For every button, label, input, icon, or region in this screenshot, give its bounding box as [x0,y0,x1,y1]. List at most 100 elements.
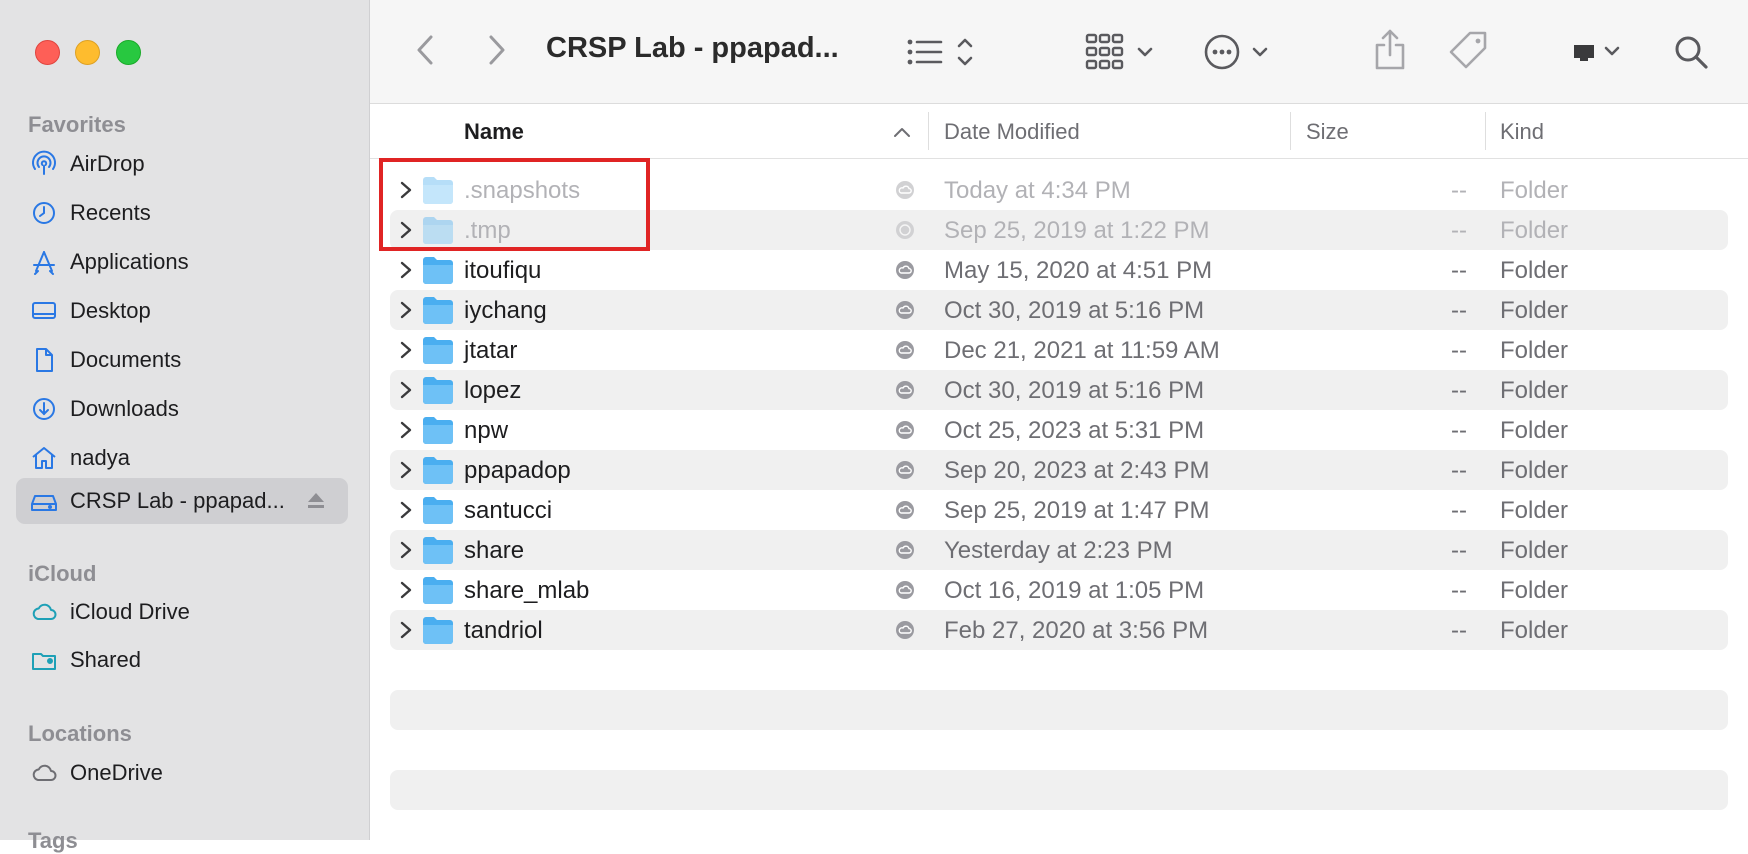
column-header-kind[interactable]: Kind [1500,119,1544,145]
sidebar-item-home[interactable]: nadya [16,435,348,481]
sidebar-item-desktop[interactable]: Desktop [16,288,348,334]
disclosure-chevron-icon[interactable] [398,580,414,600]
file-kind: Folder [1500,257,1569,284]
file-row[interactable]: lopez Oct 30, 2019 at 5:16 PM -- Folder [390,370,1728,410]
file-row[interactable]: iychang Oct 30, 2019 at 5:16 PM -- Folde… [390,290,1728,330]
column-divider[interactable] [1485,112,1486,150]
list-view-icon [907,38,973,66]
sidebar-item-label: Desktop [70,298,151,323]
file-row[interactable]: share Yesterday at 2:23 PM -- Folder [390,530,1728,570]
file-name: jtatar [464,337,518,364]
sidebar-section-favorites: Favorites [28,112,126,137]
date-modified: Sep 25, 2019 at 1:22 PM [944,217,1210,244]
date-modified: Oct 25, 2023 at 5:31 PM [944,417,1205,444]
chevron-left-icon [417,35,433,65]
sort-ascending-icon[interactable] [893,123,911,141]
search-button[interactable] [1672,32,1710,72]
cloud-status-icon [896,261,914,279]
file-size: -- [1451,177,1467,204]
sidebar-device-menu-button[interactable] [1570,34,1630,70]
file-row[interactable]: share_mlab Oct 16, 2019 at 1:05 PM -- Fo… [390,570,1728,610]
file-size: -- [1451,337,1467,364]
folder-icon [423,417,453,444]
file-kind: Folder [1500,217,1569,244]
file-size: -- [1451,417,1467,444]
file-size: -- [1451,497,1467,524]
file-kind: Folder [1500,577,1569,604]
file-size: -- [1451,537,1467,564]
sidebar-item-onedrive[interactable]: OneDrive [16,750,348,796]
file-row[interactable]: ppapadop Sep 20, 2023 at 2:43 PM -- Fold… [390,450,1728,490]
folder-icon [423,337,453,364]
sidebar-item-recents[interactable]: Recents [16,190,348,236]
disclosure-chevron-icon[interactable] [398,420,414,440]
cloud-status-icon [896,301,914,319]
sidebar-section-icloud: iCloud [28,561,97,586]
file-row[interactable]: itoufiqu May 15, 2020 at 4:51 PM -- Fold… [390,250,1728,290]
file-kind: Folder [1500,457,1569,484]
column-header-name[interactable]: Name [464,119,524,145]
cloud-status-icon [896,581,914,599]
date-modified: Oct 30, 2019 at 5:16 PM [944,377,1205,404]
sidebar-section-tags: Tags [28,828,78,853]
sidebar-item-label: Shared [70,647,141,672]
cloud-status-icon [896,501,914,519]
close-window-button[interactable] [35,40,60,65]
disclosure-chevron-icon[interactable] [398,540,414,560]
date-modified: Feb 27, 2020 at 3:56 PM [944,617,1209,644]
column-header-size[interactable]: Size [1306,119,1349,145]
chevron-right-icon [489,35,505,65]
date-modified: Sep 25, 2019 at 1:47 PM [944,497,1210,524]
file-name: iychang [464,297,547,324]
search-icon [1675,36,1708,69]
file-row[interactable]: npw Oct 25, 2023 at 5:31 PM -- Folder [390,410,1728,450]
cloud-status-icon [896,221,914,239]
disclosure-chevron-icon[interactable] [398,300,414,320]
folder-icon [423,257,453,284]
back-button[interactable] [410,32,440,68]
home-icon [30,444,58,472]
minimize-window-button[interactable] [75,40,100,65]
sidebar-item-label: Recents [70,200,151,225]
file-row[interactable]: jtatar Dec 21, 2021 at 11:59 AM -- Folde… [390,330,1728,370]
file-row[interactable]: tandriol Feb 27, 2020 at 3:56 PM -- Fold… [390,610,1728,650]
column-header-date-modified[interactable]: Date Modified [944,119,1080,145]
folder-icon [423,497,453,524]
sidebar-item-crsp-lab[interactable]: CRSP Lab - ppapad... [16,478,348,524]
column-divider[interactable] [1290,112,1291,150]
tag-button[interactable] [1448,30,1490,72]
date-modified: Dec 21, 2021 at 11:59 AM [944,337,1220,364]
cloud-status-icon [896,541,914,559]
grid-icon [1085,33,1153,70]
zoom-window-button[interactable] [116,40,141,65]
forward-button[interactable] [482,32,512,68]
empty-row-stripe [390,770,1728,810]
column-divider[interactable] [928,112,929,150]
sidebar-item-airdrop[interactable]: AirDrop [16,141,348,187]
sidebar-item-documents[interactable]: Documents [16,337,348,383]
eject-icon[interactable] [304,489,328,513]
disclosure-chevron-icon[interactable] [398,340,414,360]
action-menu-button[interactable] [1203,32,1278,72]
view-as-list-button[interactable] [904,34,984,70]
disclosure-chevron-icon[interactable] [398,620,414,640]
cloud-icon [30,598,58,626]
file-row[interactable]: santucci Sep 25, 2019 at 1:47 PM -- Fold… [390,490,1728,530]
share-icon [1375,29,1405,70]
sidebar-item-applications[interactable]: Applications [16,239,348,285]
sidebar-item-icloud-drive[interactable]: iCloud Drive [16,589,348,635]
date-modified: Oct 30, 2019 at 5:16 PM [944,297,1205,324]
disclosure-chevron-icon[interactable] [398,500,414,520]
group-by-button[interactable] [1085,32,1160,72]
cloud-icon [30,759,58,787]
share-button[interactable] [1372,28,1408,72]
disclosure-chevron-icon[interactable] [398,260,414,280]
sidebar-item-downloads[interactable]: Downloads [16,386,348,432]
disclosure-chevron-icon[interactable] [398,460,414,480]
sidebar-item-shared[interactable]: Shared [16,637,348,683]
applications-icon [30,248,58,276]
sidebar-item-label: Downloads [70,396,179,421]
folder-icon [423,617,453,644]
disclosure-chevron-icon[interactable] [398,380,414,400]
display-icon [1574,45,1620,61]
